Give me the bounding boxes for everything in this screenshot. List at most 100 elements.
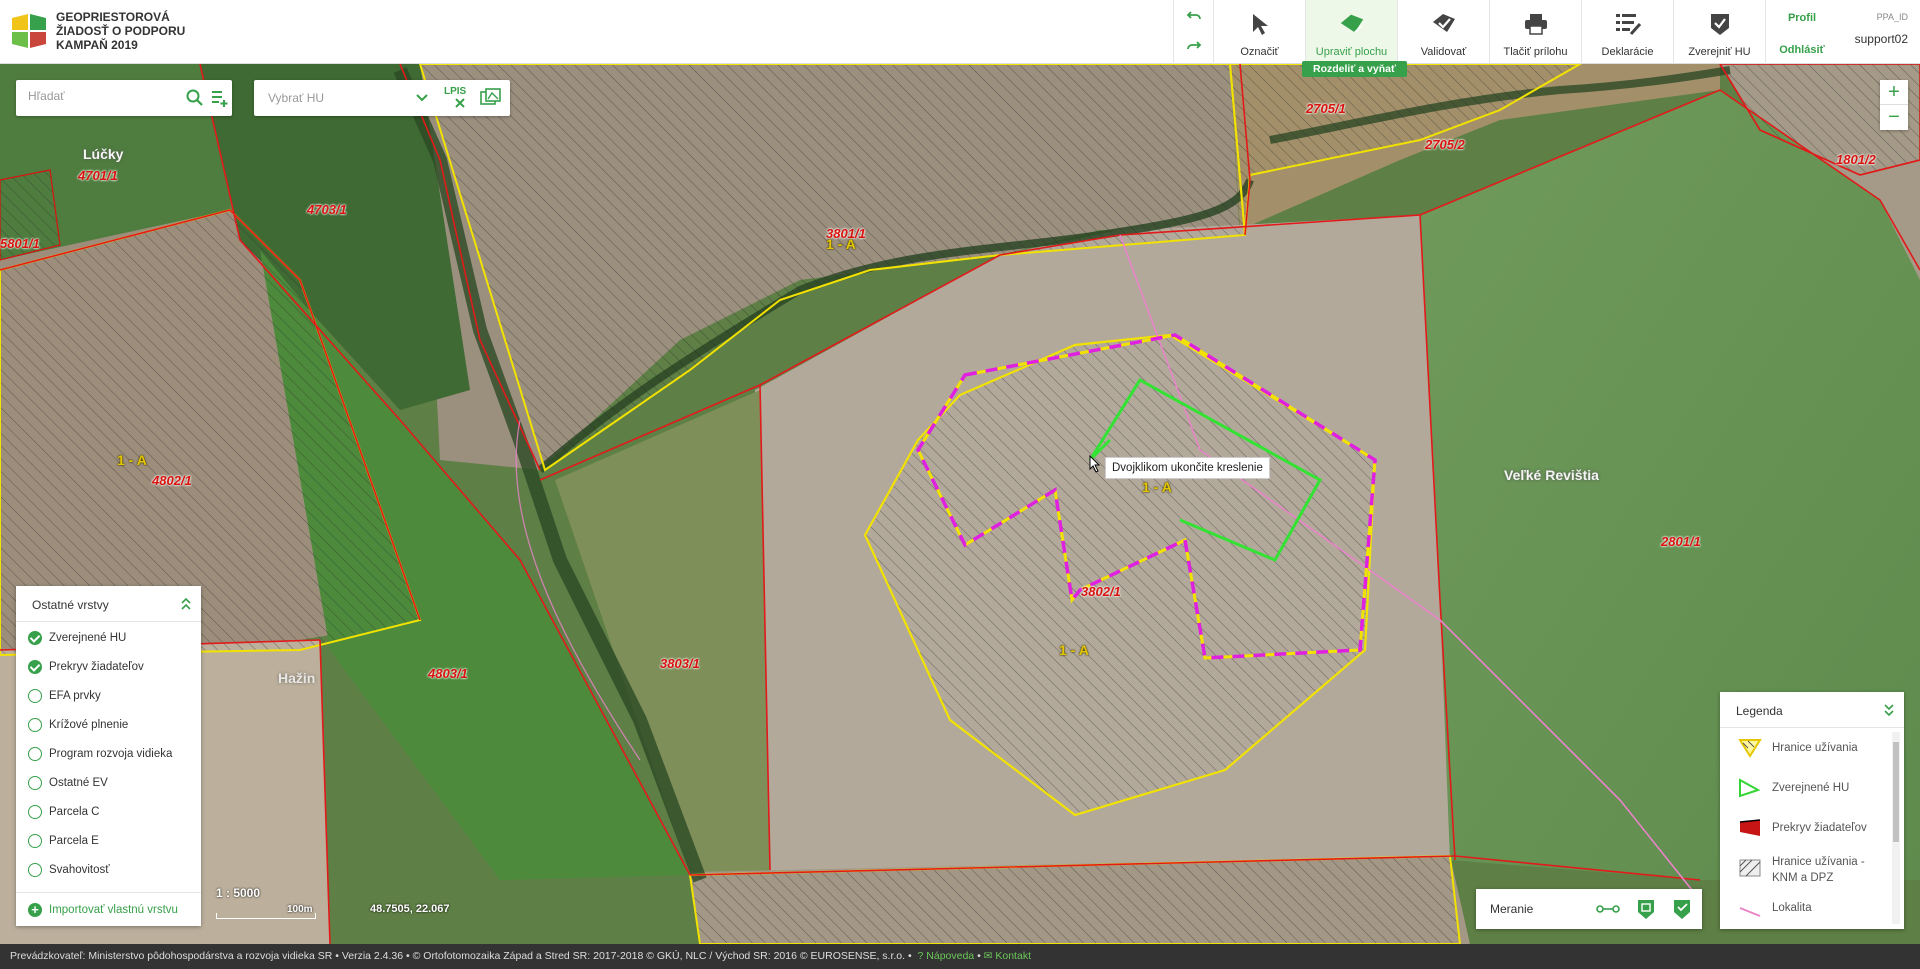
layer-label: EFA prvky xyxy=(49,690,101,702)
layers-panel: Ostatné vrstvy Zverejnené HU Prekryv žia… xyxy=(16,586,201,926)
parcel-label: 2705/2 xyxy=(1425,137,1465,152)
close-icon xyxy=(455,98,465,108)
place-label: Veľké Revištia xyxy=(1504,467,1599,483)
layer-item[interactable]: Parcela E xyxy=(16,827,201,856)
legend-label: Zverejnené HU xyxy=(1772,782,1850,794)
layer-item[interactable]: Zverejnené HU xyxy=(16,624,201,653)
advanced-search-icon[interactable] xyxy=(210,88,230,108)
place-label: Hažin xyxy=(278,670,316,686)
layer-label: Prekryv žiadateľov xyxy=(49,661,144,673)
hu-label: 1 - A xyxy=(1142,479,1172,495)
hu-label: 1 - A xyxy=(1059,642,1089,658)
checkbox-icon[interactable] xyxy=(28,776,42,790)
layer-item[interactable]: Parcela C xyxy=(16,798,201,827)
layer-item[interactable]: EFA prvky xyxy=(16,682,201,711)
parcel-label: 3802/1 xyxy=(1081,584,1121,599)
brand-line-3: KAMPAŇ 2019 xyxy=(56,38,138,52)
layer-item[interactable]: Ostatné EV xyxy=(16,769,201,798)
profile-group: Profil Odhlásiť xyxy=(1765,0,1837,64)
place-label: Lúčky xyxy=(83,146,124,162)
legend-item: Hranice užívania xyxy=(1720,728,1904,768)
legend-knm-dpz-icon xyxy=(1739,859,1761,877)
user-name: support02 xyxy=(1854,32,1908,46)
scale-bar-label: 100m xyxy=(287,904,313,915)
checkbox-icon[interactable] xyxy=(28,805,42,819)
user-id-label: PPA_ID xyxy=(1876,12,1908,22)
measure-distance-icon[interactable] xyxy=(1596,898,1620,920)
legend-label: Lokalita xyxy=(1772,902,1812,914)
overlay-layers-icon[interactable] xyxy=(480,88,502,108)
layer-item[interactable]: Svahovitosť xyxy=(16,856,201,885)
legend-item: Lokalita xyxy=(1720,896,1904,920)
layer-label: Krížové plnenie xyxy=(49,719,129,731)
checkbox-icon[interactable] xyxy=(28,747,42,761)
cursor-coordinates: 48.7505, 22.067 xyxy=(370,903,450,915)
checkbox-icon[interactable] xyxy=(28,834,42,848)
legend-user-boundary-icon xyxy=(1738,739,1762,758)
checkbox-icon[interactable] xyxy=(28,660,42,674)
measure-clear-icon[interactable] xyxy=(1670,898,1694,920)
print-icon xyxy=(1522,10,1550,38)
checkbox-icon[interactable] xyxy=(28,689,42,703)
collapse-icon[interactable] xyxy=(179,596,193,612)
tool-declarations[interactable]: Deklarácie xyxy=(1581,0,1673,64)
search-icon[interactable] xyxy=(186,89,204,107)
search-input[interactable] xyxy=(28,89,168,103)
legend-scrollbar[interactable] xyxy=(1892,732,1900,924)
brand-line-1: GEOPRIESTOROVÁ xyxy=(56,10,170,24)
checkbox-icon[interactable] xyxy=(28,718,42,732)
collapse-icon[interactable] xyxy=(1882,702,1896,718)
layer-item[interactable]: Prekryv žiadateľov xyxy=(16,653,201,682)
layer-item[interactable]: Krížové plnenie xyxy=(16,711,201,740)
scale-ratio: 1 : 5000 xyxy=(216,886,261,900)
tool-publish[interactable]: Zverejniť HU xyxy=(1673,0,1765,64)
parcel-label: 2801/1 xyxy=(1661,534,1701,549)
layer-label: Ostatné EV xyxy=(49,777,108,789)
chevron-down-icon[interactable] xyxy=(414,90,430,106)
layer-item[interactable]: Program rozvoja vidieka xyxy=(16,740,201,769)
footer-text: Prevádzkovateľ: Ministerstvo pôdohospodá… xyxy=(10,950,912,962)
legend-header[interactable]: Legenda xyxy=(1720,692,1904,728)
footer-separator: • xyxy=(977,950,984,962)
map-canvas[interactable] xyxy=(0,64,1920,944)
import-layer-label: Importovať vlastnú vrstvu xyxy=(49,904,178,916)
hu-select-value: Vybrať HU xyxy=(268,91,325,105)
layer-label: Zverejnené HU xyxy=(49,632,127,644)
layers-panel-header[interactable]: Ostatné vrstvy xyxy=(16,586,201,622)
publish-icon xyxy=(1706,10,1734,38)
zoom-out-button[interactable]: − xyxy=(1880,105,1908,130)
checkbox-icon[interactable] xyxy=(28,863,42,877)
tool-validate[interactable]: Validovať xyxy=(1397,0,1489,64)
contact-link[interactable]: ✉ Kontakt xyxy=(984,950,1031,962)
checkbox-icon[interactable] xyxy=(28,631,42,645)
lpis-toggle[interactable]: LPIS xyxy=(444,86,470,110)
layer-label: Program rozvoja vidieka xyxy=(49,748,173,760)
hu-select[interactable]: Vybrať HU LPIS xyxy=(254,80,510,116)
tool-select[interactable]: Označiť xyxy=(1213,0,1305,64)
redo-icon[interactable] xyxy=(1184,38,1204,58)
measure-panel: Meranie xyxy=(1476,889,1702,929)
undo-icon[interactable] xyxy=(1184,8,1204,28)
layer-label: Svahovitosť xyxy=(49,864,110,876)
zoom-in-button[interactable]: + xyxy=(1880,80,1908,105)
app-brand: GEOPRIESTOROVÁ ŽIADOSŤ O PODPORU KAMPAŇ … xyxy=(56,10,185,52)
measure-area-icon[interactable] xyxy=(1634,898,1658,920)
mouse-cursor-icon xyxy=(1089,455,1101,473)
import-layer-button[interactable]: + Importovať vlastnú vrstvu xyxy=(16,892,201,926)
tool-edit-area[interactable]: Upraviť plochu xyxy=(1305,0,1397,64)
footer: Prevádzkovateľ: Ministerstvo pôdohospodá… xyxy=(0,944,1920,969)
parcel-label: 4802/1 xyxy=(152,473,192,488)
help-label: Nápoveda xyxy=(926,950,975,962)
map-svg[interactable] xyxy=(0,64,1920,944)
tool-edit-area-label: Upraviť plochu xyxy=(1315,46,1388,58)
help-link[interactable]: ? Nápoveda xyxy=(915,950,975,962)
split-and-remove-button[interactable]: Rozdeliť a vyňať xyxy=(1302,61,1407,77)
draw-tooltip: Dvojklikom ukončite kreslenie xyxy=(1105,457,1270,479)
zoom-control: + − xyxy=(1880,80,1908,130)
tool-print[interactable]: Tlačiť prílohu xyxy=(1489,0,1581,64)
footer-content: Prevádzkovateľ: Ministerstvo pôdohospodá… xyxy=(10,950,1031,962)
legend-label: Hranice užívania - KNM a DPZ xyxy=(1772,856,1865,884)
logout-link[interactable]: Odhlásiť xyxy=(1766,44,1838,56)
profile-link[interactable]: Profil xyxy=(1766,12,1838,24)
tool-declarations-label: Deklarácie xyxy=(1601,46,1654,58)
